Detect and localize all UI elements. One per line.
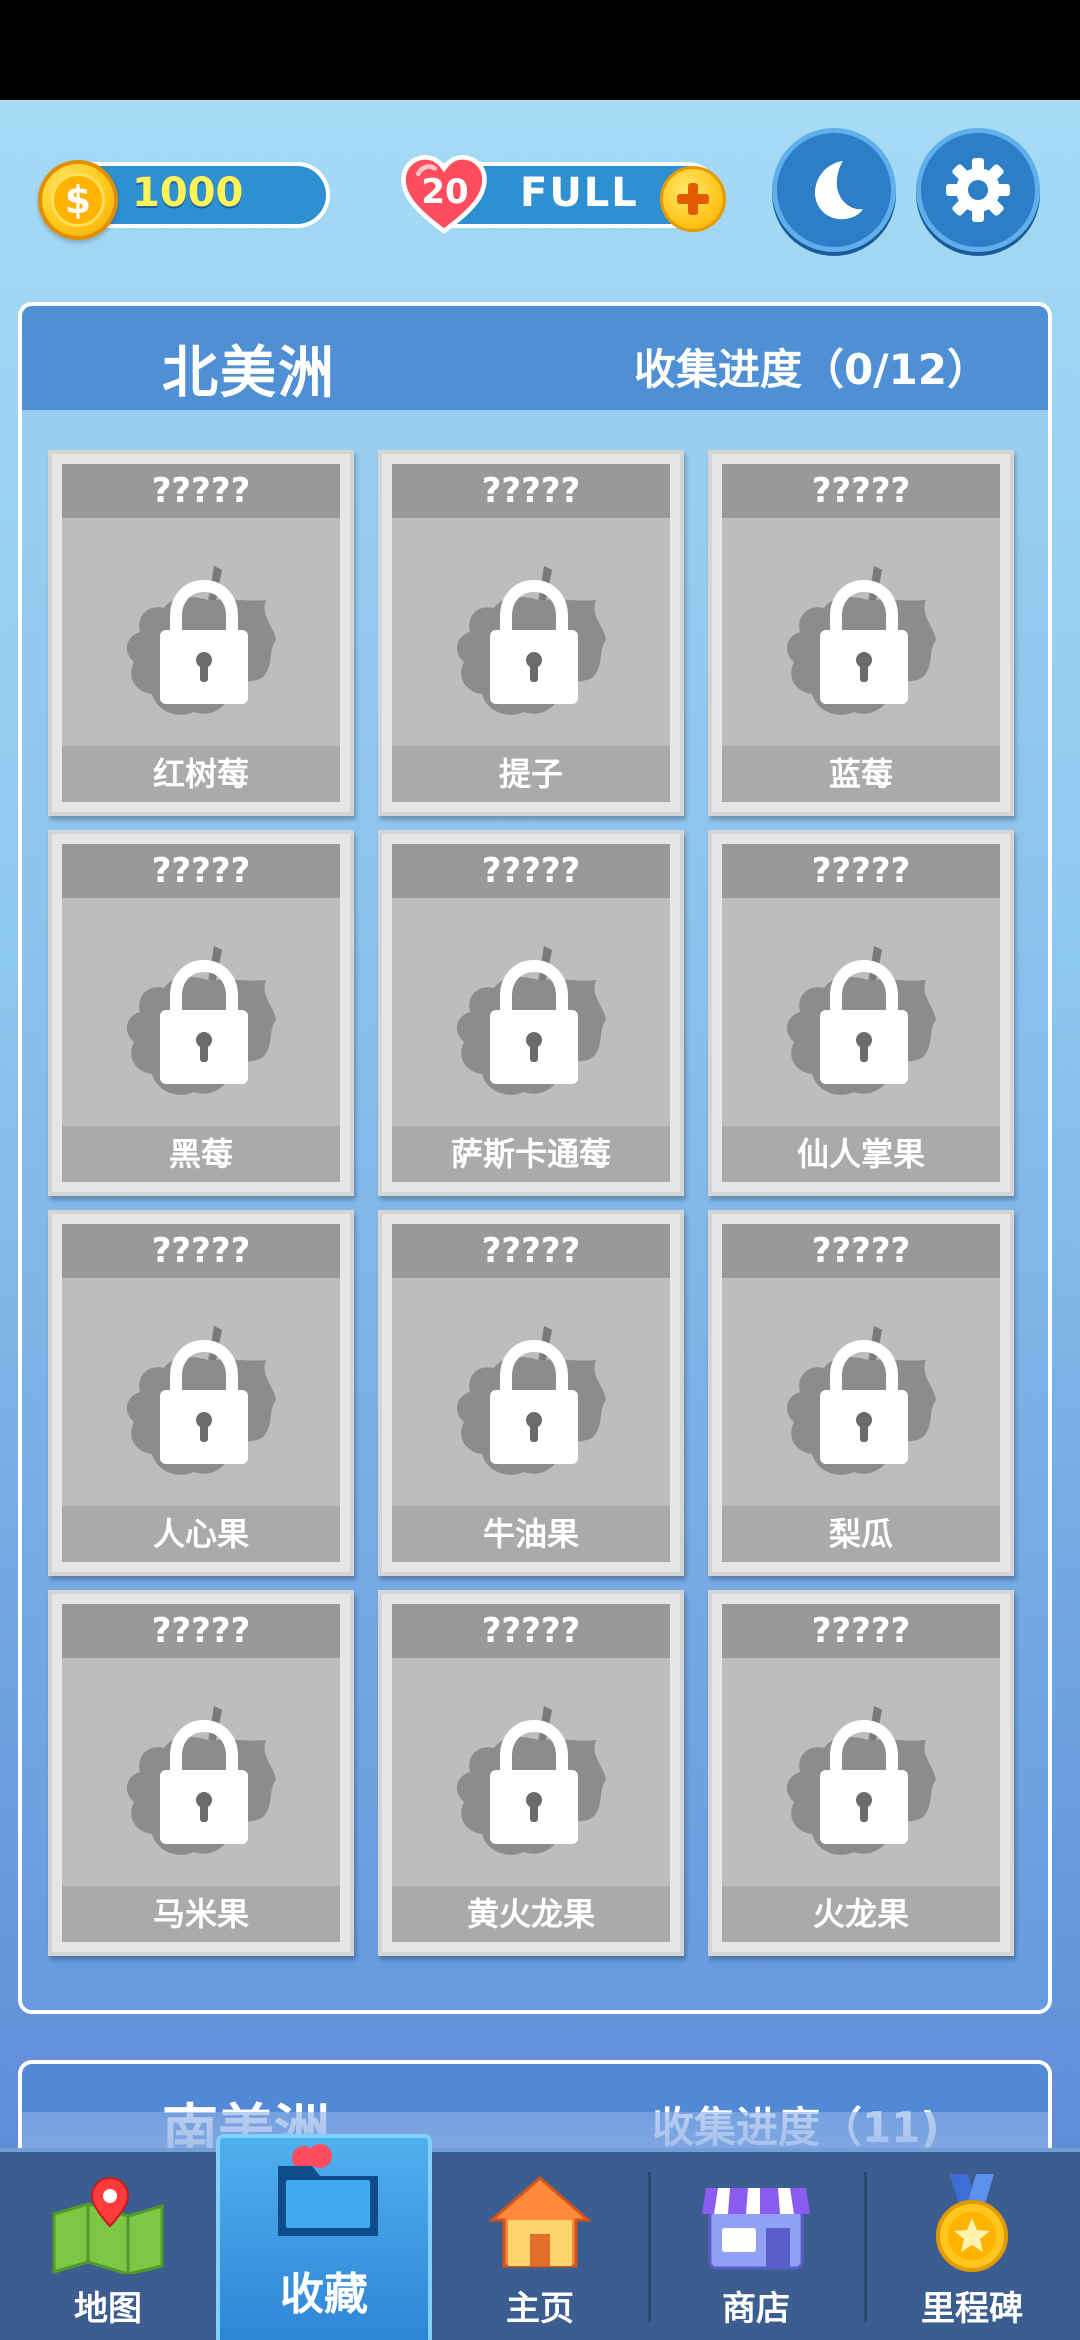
nav-milestone[interactable]: 里程碑	[864, 2152, 1080, 2340]
region-title: 北美洲	[162, 341, 336, 406]
fruit-card[interactable]: ????? 黄火龙果	[378, 1590, 684, 1956]
collection-progress: 收集进度（0/12）	[634, 345, 990, 394]
coin-value: 1000	[132, 170, 244, 216]
lock-icon	[820, 1339, 908, 1464]
lock-icon	[820, 1719, 908, 1844]
fruit-card[interactable]: ????? 马米果	[48, 1590, 354, 1956]
nav-collection-label: 收藏	[280, 2269, 368, 2320]
hidden-label: ?????	[392, 844, 670, 898]
lives-count: 20	[421, 172, 469, 212]
fruit-card[interactable]: ????? 仙人掌果	[708, 830, 1014, 1196]
hidden-label: ?????	[392, 1224, 670, 1278]
nav-collection[interactable]: 收藏	[216, 2134, 432, 2340]
add-lives-button[interactable]	[660, 166, 726, 232]
nav-shop-label: 商店	[722, 2289, 790, 2329]
card-inner: ????? 黑莓	[62, 844, 340, 1182]
fruit-name: 蓝莓	[722, 746, 1000, 802]
fruit-name: 黄火龙果	[392, 1886, 670, 1942]
fruit-name: 人心果	[62, 1506, 340, 1562]
panel-header: 北美洲 收集进度（0/12）	[22, 306, 1048, 410]
hidden-label: ?????	[62, 1604, 340, 1658]
card-inner: ????? 火龙果	[722, 1604, 1000, 1942]
fruit-card[interactable]: ????? 梨瓜	[708, 1210, 1014, 1576]
card-inner: ????? 仙人掌果	[722, 844, 1000, 1182]
nav-home[interactable]: 主页	[432, 2152, 648, 2340]
nav-milestone-label: 里程碑	[921, 2289, 1023, 2329]
nav-map[interactable]: 地图	[0, 2152, 216, 2340]
lives-status: FULL	[520, 170, 639, 216]
fruit-name: 红树莓	[62, 746, 340, 802]
bottom-navigation: 地图 收藏 主页 商店 里程碑	[0, 2134, 1080, 2340]
home-icon	[488, 2176, 592, 2268]
fruit-card[interactable]: ????? 火龙果	[708, 1590, 1014, 1956]
fruit-name: 梨瓜	[722, 1506, 1000, 1562]
coin-icon: $	[38, 160, 118, 240]
card-inner: ????? 梨瓜	[722, 1224, 1000, 1562]
fruit-card[interactable]: ????? 黑莓	[48, 830, 354, 1196]
hidden-label: ?????	[392, 464, 670, 518]
lock-icon	[160, 1719, 248, 1844]
card-inner: ????? 人心果	[62, 1224, 340, 1562]
lock-icon	[820, 579, 908, 704]
hidden-label: ?????	[62, 464, 340, 518]
north-america-collection-panel: 北美洲 收集进度（0/12） ????? 红树莓????? 提子????? 蓝莓???…	[18, 302, 1052, 2014]
settings-button[interactable]	[916, 128, 1040, 252]
lock-icon	[490, 959, 578, 1084]
hidden-label: ?????	[62, 844, 340, 898]
plus-icon	[677, 183, 709, 215]
fruit-name: 萨斯卡通莓	[392, 1126, 670, 1182]
card-inner: ????? 马米果	[62, 1604, 340, 1942]
card-inner: ????? 萨斯卡通莓	[392, 844, 670, 1182]
hidden-label: ?????	[722, 464, 1000, 518]
fruit-card[interactable]: ????? 牛油果	[378, 1210, 684, 1576]
card-inner: ????? 蓝莓	[722, 464, 1000, 802]
card-inner: ????? 牛油果	[392, 1224, 670, 1562]
nav-map-label: 地图	[74, 2289, 142, 2329]
nav-shop[interactable]: 商店	[648, 2152, 864, 2340]
fruit-card[interactable]: ????? 萨斯卡通莓	[378, 830, 684, 1196]
lock-icon	[160, 959, 248, 1084]
lock-icon	[490, 579, 578, 704]
lock-icon	[490, 1719, 578, 1844]
card-inner: ????? 红树莓	[62, 464, 340, 802]
fruit-name: 马米果	[62, 1886, 340, 1942]
nav-home-label: 主页	[506, 2289, 574, 2329]
fruit-card[interactable]: ????? 提子	[378, 450, 684, 816]
hidden-label: ?????	[722, 1604, 1000, 1658]
fruit-card[interactable]: ????? 红树莓	[48, 450, 354, 816]
fruit-card[interactable]: ????? 人心果	[48, 1210, 354, 1576]
night-mode-button[interactable]	[772, 128, 896, 252]
shop-icon	[702, 2188, 810, 2270]
lock-icon	[160, 1339, 248, 1464]
moon-icon	[815, 161, 863, 220]
gear-icon	[946, 158, 1010, 222]
fruit-name: 黑莓	[62, 1126, 340, 1182]
fruit-name: 火龙果	[722, 1886, 1000, 1942]
hidden-label: ?????	[722, 1224, 1000, 1278]
lock-icon	[160, 579, 248, 704]
hidden-label: ?????	[722, 844, 1000, 898]
fruit-card[interactable]: ????? 蓝莓	[708, 450, 1014, 816]
fruit-name: 仙人掌果	[722, 1126, 1000, 1182]
card-inner: ????? 提子	[392, 464, 670, 802]
folder-icon	[278, 2144, 378, 2236]
map-icon	[52, 2176, 164, 2274]
lock-icon	[490, 1339, 578, 1464]
hidden-label: ?????	[62, 1224, 340, 1278]
lock-icon	[820, 959, 908, 1084]
hidden-label: ?????	[392, 1604, 670, 1658]
status-bar	[0, 0, 1080, 100]
fruit-name: 提子	[392, 746, 670, 802]
medal-icon	[936, 2174, 1008, 2272]
fruit-name: 牛油果	[392, 1506, 670, 1562]
card-inner: ????? 黄火龙果	[392, 1604, 670, 1942]
